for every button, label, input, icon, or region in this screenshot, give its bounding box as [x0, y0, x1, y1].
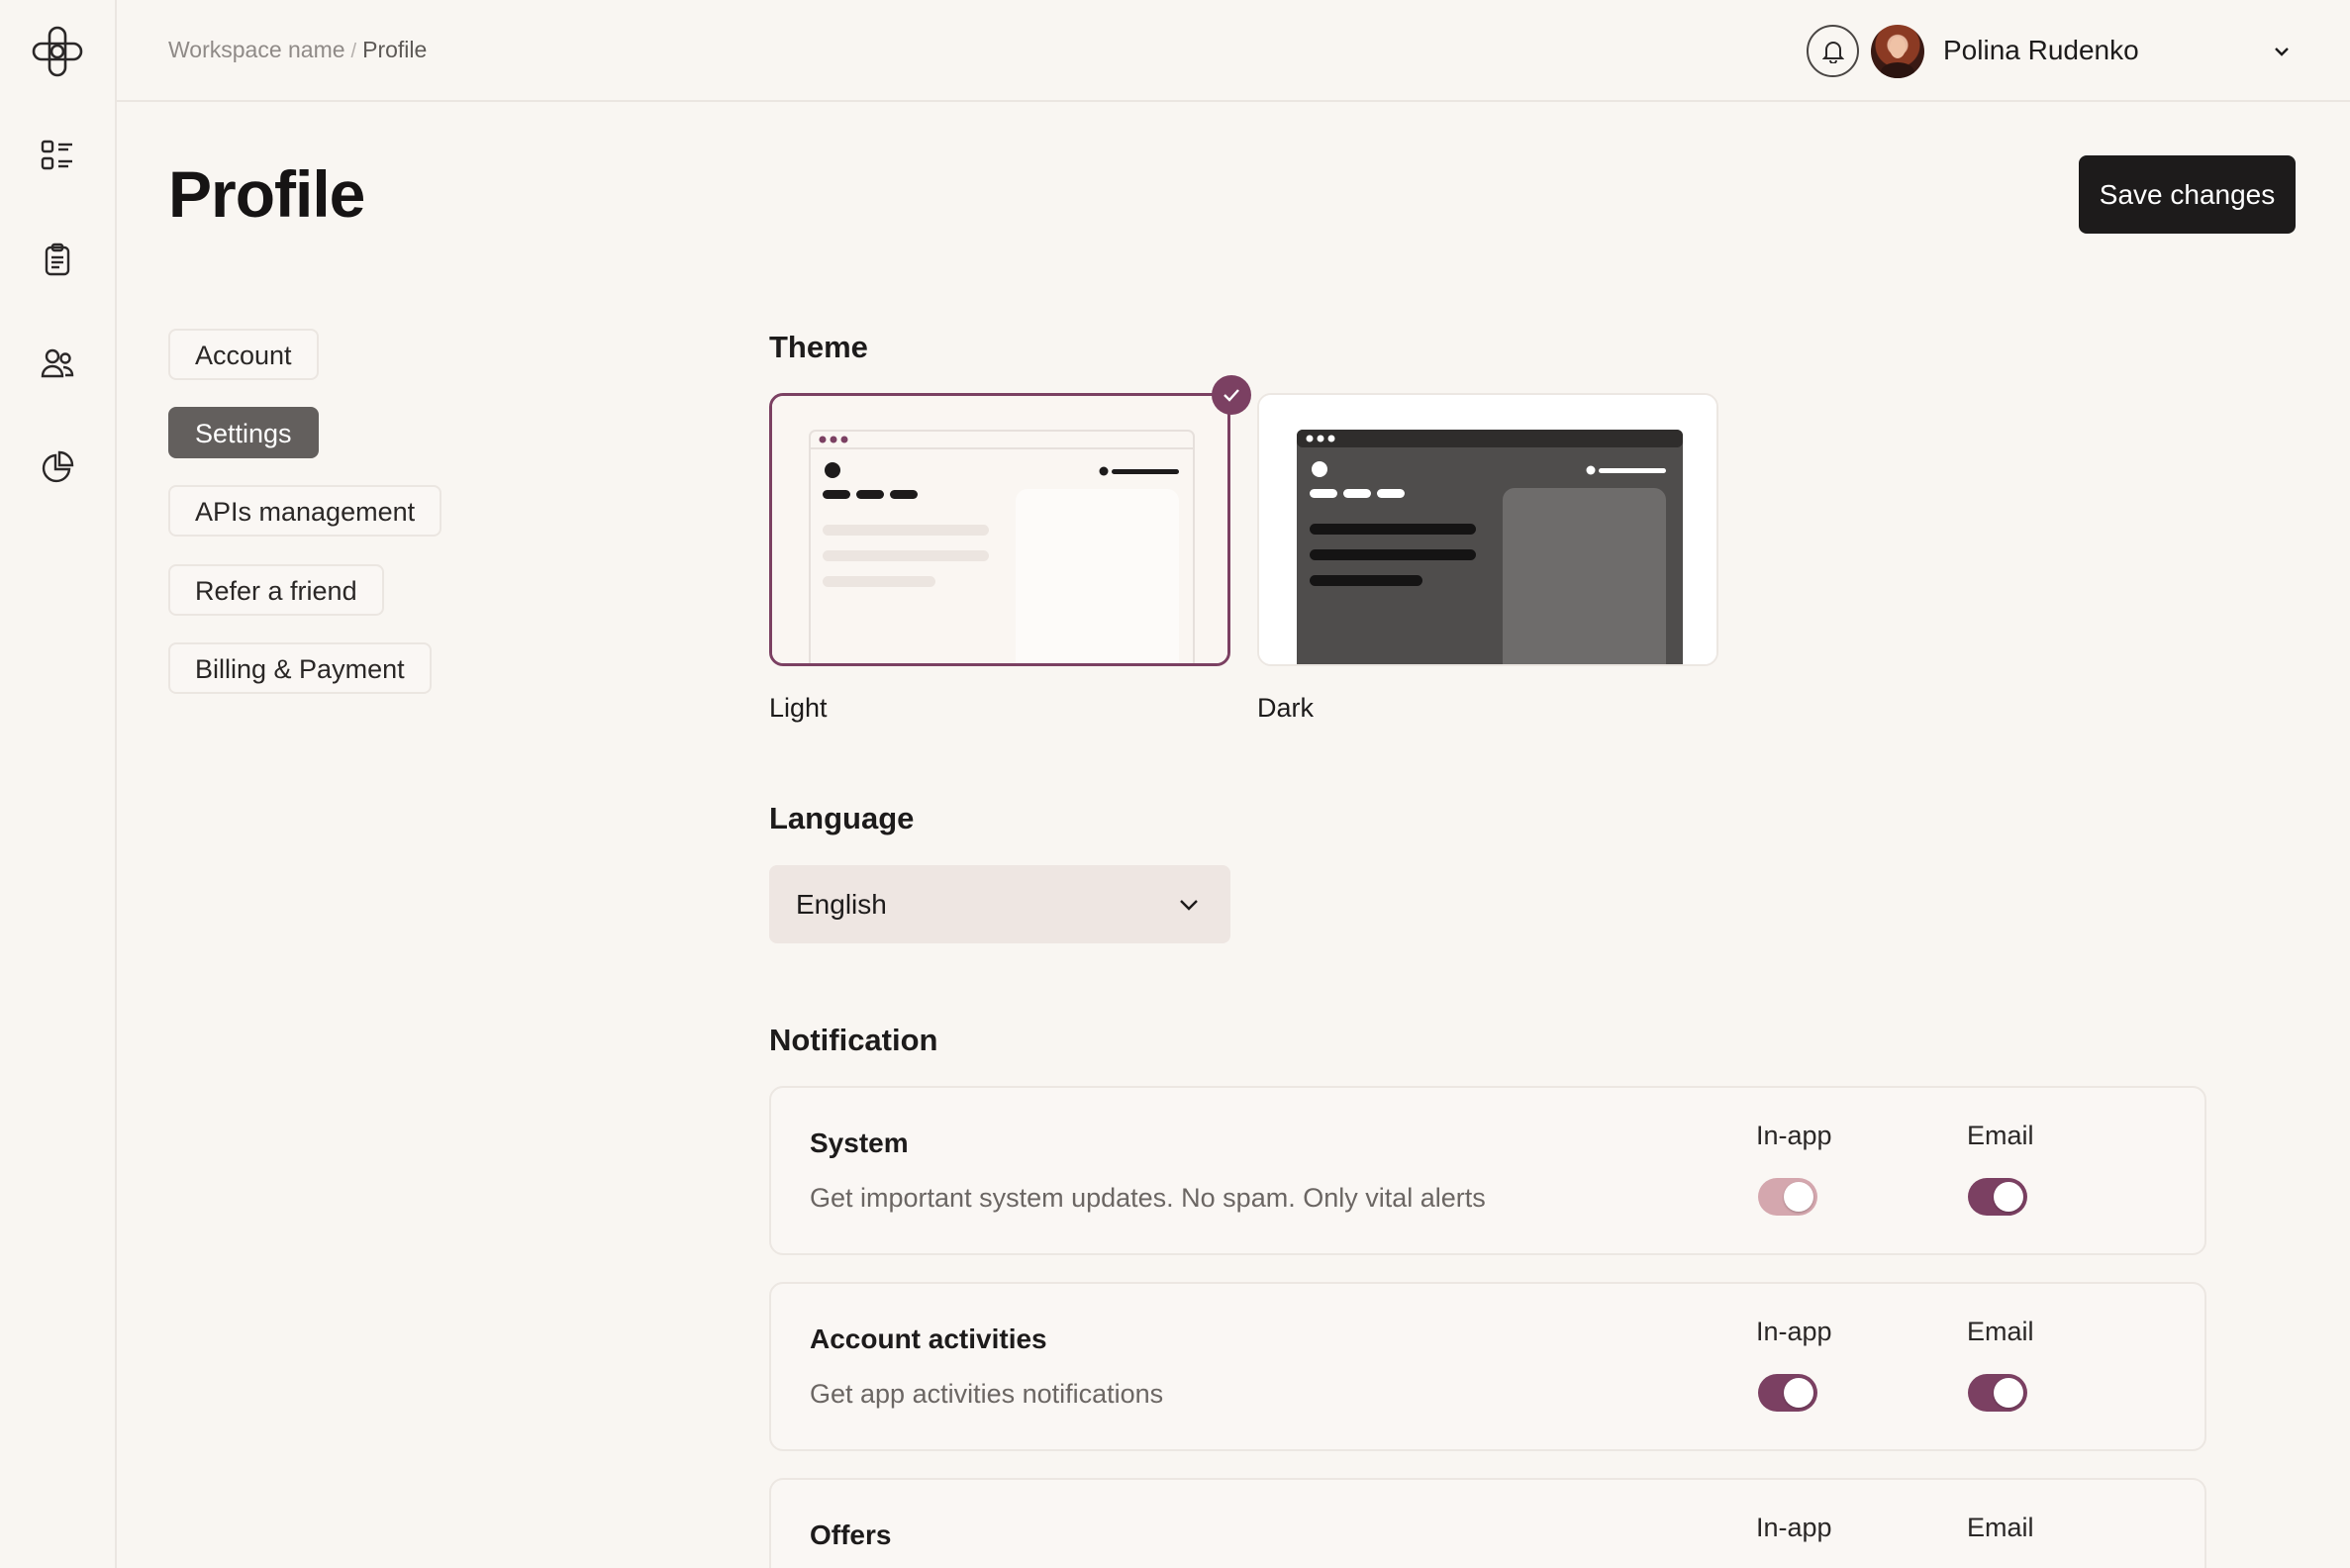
chevron-down-icon[interactable] [2272, 42, 2292, 61]
col-inapp-label: In-app [1756, 1317, 1832, 1346]
users-icon[interactable] [28, 334, 87, 393]
col-email-label: Email [1967, 1513, 2034, 1542]
col-email-label: Email [1967, 1121, 2034, 1150]
bell-icon[interactable] [1807, 25, 1859, 77]
clipboard-icon[interactable] [28, 230, 87, 289]
language-select[interactable]: English [769, 865, 1230, 943]
theme-heading: Theme [769, 330, 868, 364]
logo-icon[interactable] [28, 22, 87, 81]
notification-row-desc: Get important system updates. No spam. O… [810, 1183, 1486, 1213]
toggle-knob [1994, 1182, 2023, 1212]
subnav-refer-a-friend[interactable]: Refer a friend [168, 564, 384, 616]
avatar-body [1881, 62, 1914, 78]
page-title: Profile [168, 157, 365, 231]
notification-row-title: Account activities [810, 1323, 1047, 1354]
notification-row-title: Offers [810, 1519, 892, 1550]
language-value: English [796, 889, 887, 920]
avatar[interactable] [1871, 25, 1924, 78]
dark-theme-preview [1259, 395, 1716, 664]
subnav-account[interactable]: Account [168, 329, 319, 380]
language-heading: Language [769, 801, 915, 835]
user-name[interactable]: Polina Rudenko [1943, 35, 2139, 66]
theme-light-card[interactable] [769, 393, 1230, 666]
toggle-knob [1994, 1378, 2023, 1408]
breadcrumb-current: Profile [362, 37, 428, 62]
check-icon [1212, 375, 1251, 415]
col-email-label: Email [1967, 1317, 2034, 1346]
avatar-face [1890, 37, 1906, 58]
system-inapp-toggle[interactable] [1758, 1178, 1817, 1216]
notification-row-system: System Get important system updates. No … [769, 1086, 2206, 1255]
account-activities-email-toggle[interactable] [1968, 1374, 2027, 1412]
subnav-settings[interactable]: Settings [168, 407, 319, 458]
col-inapp-label: In-app [1756, 1121, 1832, 1150]
breadcrumb-separator: / [350, 41, 357, 62]
notification-row-account-activities: Account activities Get app activities no… [769, 1282, 2206, 1451]
system-email-toggle[interactable] [1968, 1178, 2027, 1216]
account-activities-inapp-toggle[interactable] [1758, 1374, 1817, 1412]
breadcrumb: Workspace name / Profile [168, 37, 427, 63]
col-inapp-label: In-app [1756, 1513, 1832, 1542]
breadcrumb-workspace[interactable]: Workspace name [168, 37, 345, 62]
notification-row-title: System [810, 1127, 909, 1158]
subnav-apis-management[interactable]: APIs management [168, 485, 442, 537]
subnav-billing-payment[interactable]: Billing & Payment [168, 642, 432, 694]
notification-heading: Notification [769, 1023, 938, 1057]
theme-dark-label: Dark [1257, 693, 1315, 723]
list-icon[interactable] [28, 126, 87, 185]
toggle-knob [1784, 1378, 1813, 1408]
pie-chart-icon[interactable] [28, 438, 87, 497]
save-button[interactable]: Save changes [2079, 155, 2296, 234]
theme-light-label: Light [769, 693, 828, 723]
chevron-down-icon [1180, 900, 1198, 911]
theme-dark-card[interactable] [1257, 393, 1718, 666]
sidebar [0, 0, 117, 1568]
notification-row-desc: Get app activities notifications [810, 1379, 1164, 1409]
notification-row-offers: Offers In-app Email [769, 1478, 2206, 1568]
toggle-knob [1784, 1182, 1813, 1212]
light-theme-preview [772, 396, 1227, 663]
